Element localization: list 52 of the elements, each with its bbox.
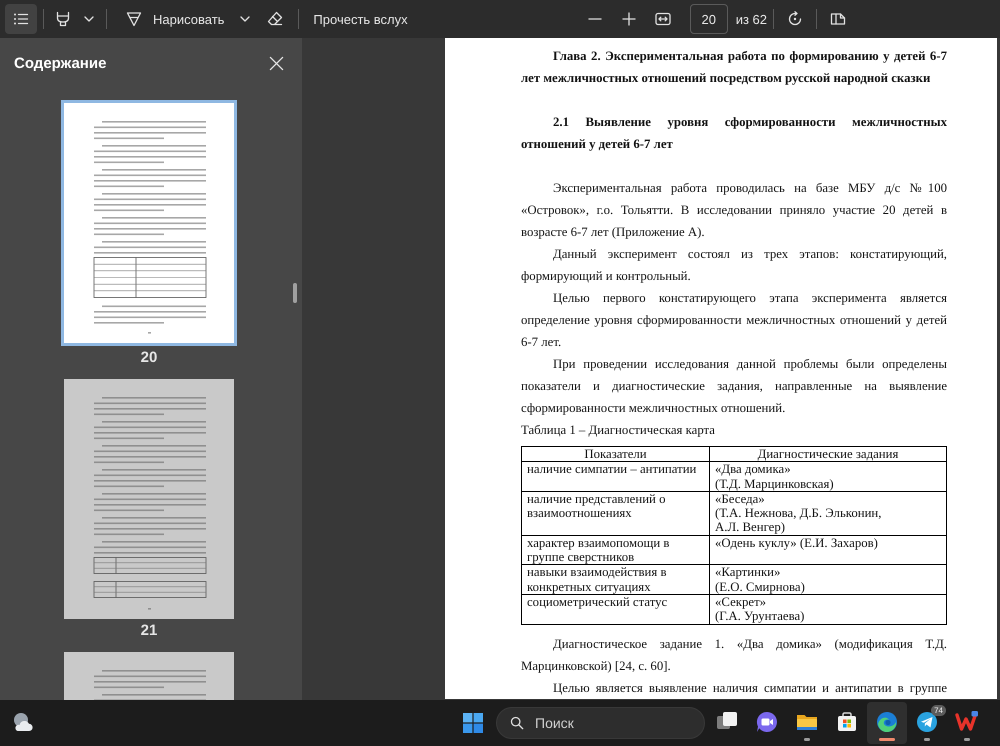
video-camera-icon [755,710,779,734]
eraser-icon [267,11,284,27]
contents-button[interactable] [5,4,37,34]
taskbar-button[interactable] [867,702,907,744]
zigzag-logo-icon [955,710,979,734]
taskbar-button[interactable]: 74 [907,702,947,744]
table-cell: «Секрет» (Г.А. Урунтаева) [710,594,946,624]
column-header: Диагностические задания [710,446,946,462]
paragraph: Экспериментальная работа проводилась на базе МБУ д/с №100 «Островок», г.о. Тольятти. В исследовании приняло участие 20 детей в возрасте 6-7 лет (Приложение А). [521,180,947,241]
page-number-label: 20 [140,349,158,367]
page-number-field[interactable]: 20 [690,4,728,34]
fit-width-icon [654,11,671,27]
minus-icon [588,18,602,20]
pen-icon [126,11,142,27]
paragraph: Данный эксперимент состоял из трех этапов: констатирующий, формирующий и контрольный. [521,246,947,285]
table-cell: социометрический статус [522,594,710,624]
search-field[interactable]: Поиск [496,707,705,739]
scrollbar-thumb[interactable] [293,283,297,303]
plus-icon [622,12,636,26]
two-page-icon [830,11,846,27]
highlighter-icon [55,11,71,27]
page-number-label: 21 [140,622,158,640]
wave-logo-icon [875,710,899,734]
table-cell: «Два домика» (Т.Д. Марцинковская) [710,462,946,492]
chevron-icon [240,16,250,22]
close-icon [268,56,284,70]
column-header: Показатели [522,446,710,462]
heading: 2.1 Выявление уровня сформированности межличностных отношений у детей 6-7 лет [521,114,947,153]
panel-title: Содержание [14,54,106,72]
table-cell: наличие симпатии – антипатии [522,462,710,492]
heading: Глава 2. Экспериментальная работа по формированию у детей 6-7 лет межличностных отношений посредством русской народной сказки [521,48,947,87]
search-icon [510,716,524,730]
rotate-icon [787,11,803,27]
table-caption: Таблица 1 – Диагностическая карта [521,422,716,439]
draw-button[interactable]: Нарисовать [113,4,258,34]
list-icon [13,11,29,27]
paragraph: Диагностическое задание 1. «Два домика» (модификация Т.Д. Марцинковской) [24, с. 60]. [521,636,947,675]
paragraph: При проведении исследования данной проблемы были определены показатели и диагностические задания, направленные на выявление сформированности межличностных отношений. [521,356,947,417]
paragraph: Целью первого констатирующего этапа эксперимента является определение уровня сформированности межличностных отношений у детей 6-7 лет. [521,290,947,351]
paragraph: Целью является выявление наличия симпатии и антипатии в группе [552,680,947,697]
table-cell: «Одень куклу» (Е.И. Захаров) [710,535,946,565]
table-cell: наличие представлений о взаимоотношениях [522,491,710,536]
page-thumbnail[interactable] [64,379,234,619]
read-aloud-button[interactable]: Прочесть вслух [305,4,416,34]
table-cell: «Картинки» (Е.О. Смирнова) [710,564,946,594]
four-squares-icon [463,713,483,733]
table-cell: «Беседа» (Т.А. Нежнова, Д.Б. Эльконин, А.Л. Венгер) [710,491,946,536]
notification-badge: 74 [931,705,946,716]
page-count-label: из 62 [736,12,767,26]
shopping-bag-icon [835,710,859,734]
page-thumbnail[interactable] [61,100,237,346]
chevron-icon [84,16,94,22]
